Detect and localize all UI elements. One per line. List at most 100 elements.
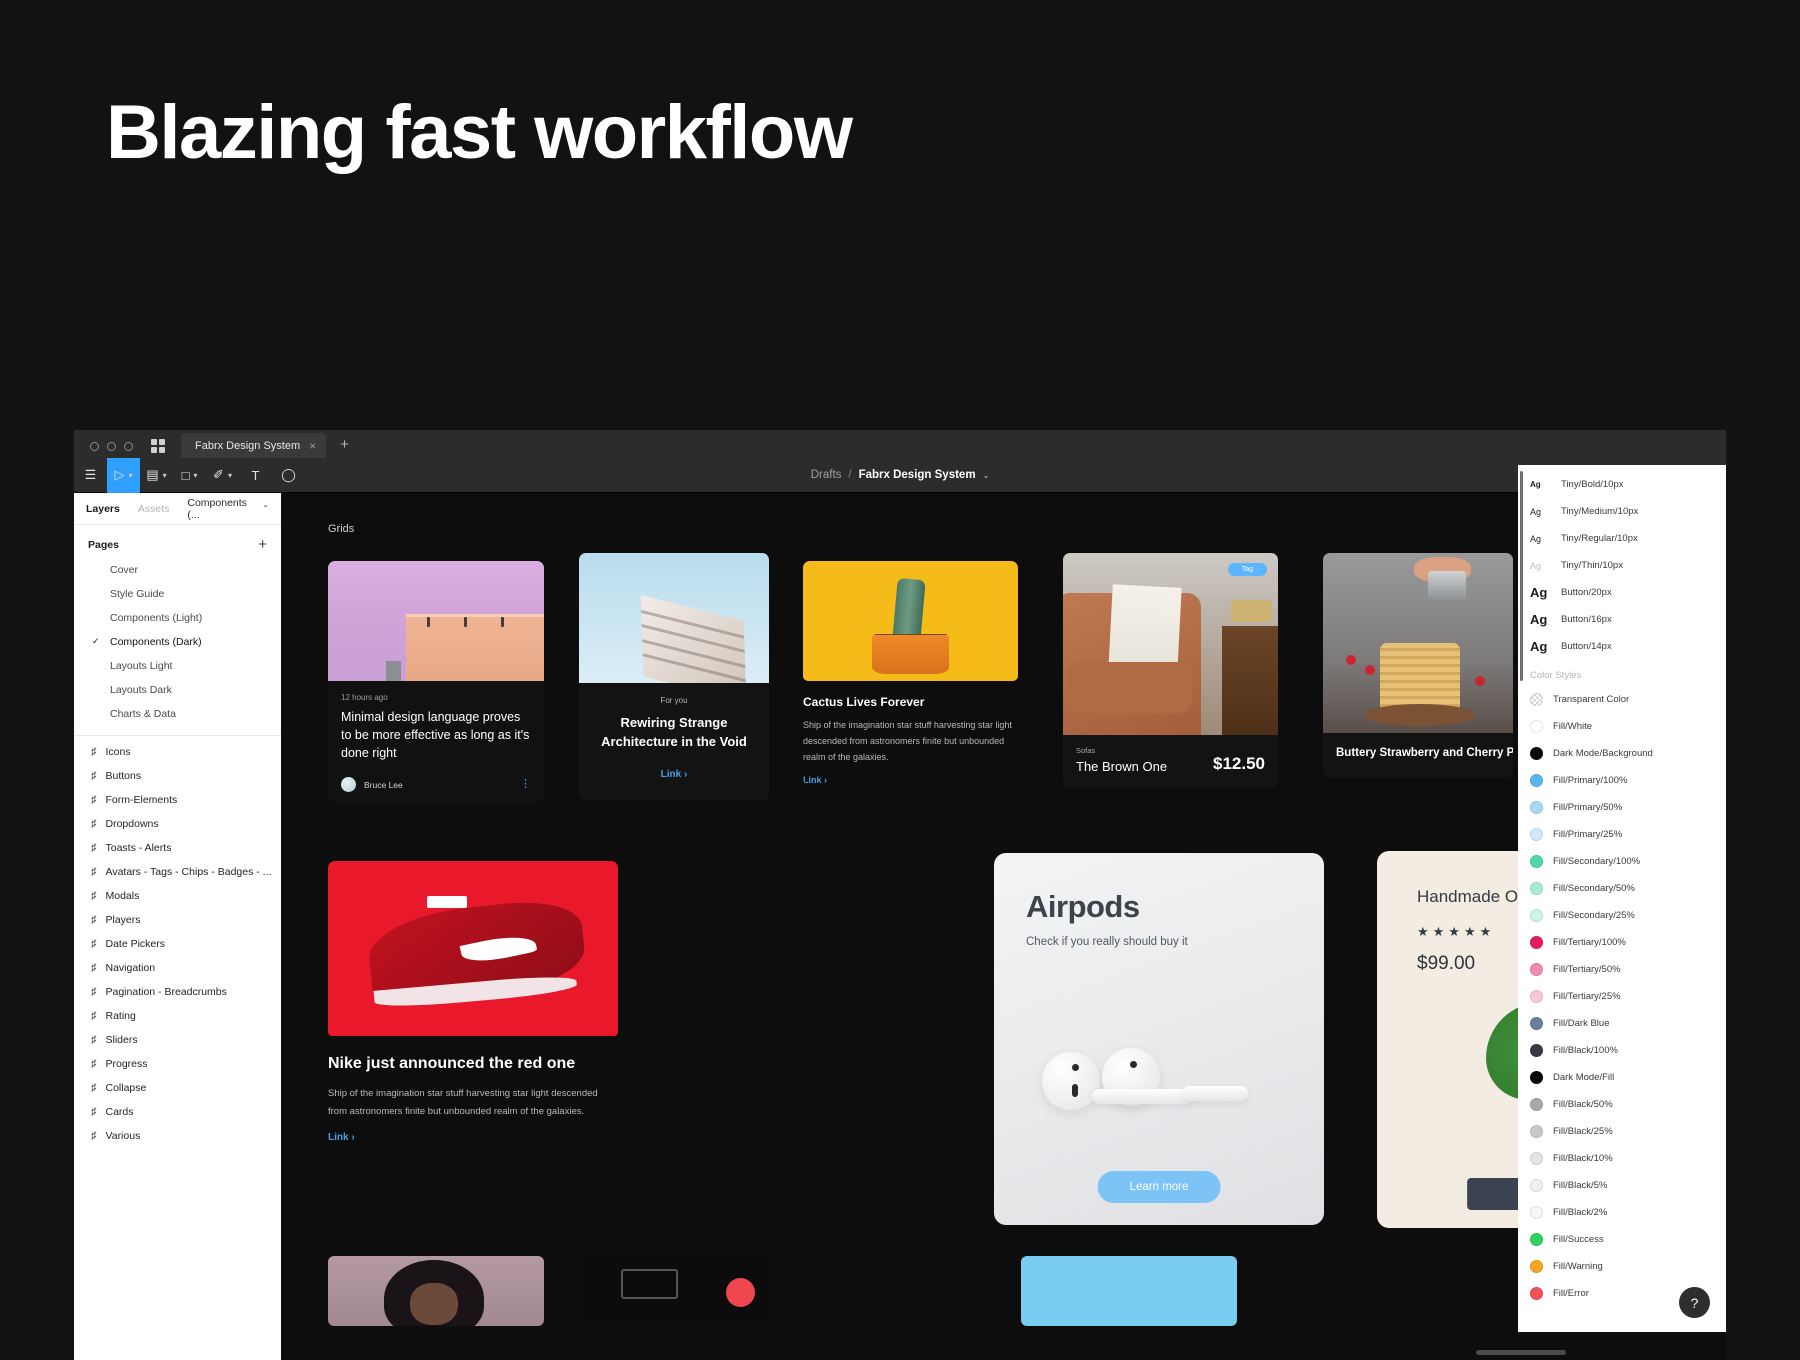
color-style-fill-secondary-25[interactable]: Fill/Secondary/25% [1518,902,1726,929]
more-options-icon[interactable]: ⋮ [520,781,531,788]
page-item-components-dark[interactable]: ✓ Components (Dark) [74,630,281,654]
layer-item-pagination-breadcrumbs[interactable]: ♯Pagination - Breadcrumbs [74,980,281,1004]
close-window-icon[interactable] [90,442,99,451]
frame-label-grids[interactable]: Grids [328,523,354,535]
layer-item-navigation[interactable]: ♯Navigation [74,956,281,980]
tab-assets[interactable]: Assets [138,503,170,515]
color-style-fill-black-5[interactable]: Fill/Black/5% [1518,1172,1726,1199]
color-style-fill-success[interactable]: Fill/Success [1518,1226,1726,1253]
layer-item-avatars-tags[interactable]: ♯Avatars - Tags - Chips - Badges - ... [74,860,281,884]
color-style-fill-tertiary-100[interactable]: Fill/Tertiary/100% [1518,929,1726,956]
horizontal-scrollbar[interactable] [1476,1350,1566,1355]
color-style-fill-primary-50[interactable]: Fill/Primary/50% [1518,794,1726,821]
color-style-fill-secondary-50[interactable]: Fill/Secondary/50% [1518,875,1726,902]
styles-panel-scrollbar[interactable] [1520,471,1523,681]
layer-item-buttons[interactable]: ♯Buttons [74,764,281,788]
page-item-style-guide[interactable]: Style Guide [74,582,281,606]
page-item-cover[interactable]: Cover [74,558,281,582]
color-style-fill-warning[interactable]: Fill/Warning [1518,1253,1726,1280]
color-style-fill-black-10[interactable]: Fill/Black/10% [1518,1145,1726,1172]
comment-tool[interactable]: ◯ [272,458,305,493]
layer-item-rating[interactable]: ♯Rating [74,1004,281,1028]
page-item-charts-data[interactable]: Charts & Data [74,702,281,726]
color-style-fill-dark-blue[interactable]: Fill/Dark Blue [1518,1010,1726,1037]
card-nike[interactable]: Nike just announced the red one Ship of … [328,861,618,1143]
new-tab-button[interactable]: + [326,436,361,458]
move-tool[interactable]: ▷▾ [107,458,140,493]
chevron-down-icon[interactable]: ⌄ [983,471,990,480]
design-canvas[interactable]: Grids 12 hours ago Minimal design langua… [281,493,1726,1360]
color-style-fill-tertiary-50[interactable]: Fill/Tertiary/50% [1518,956,1726,983]
add-page-button[interactable]: + [258,537,267,552]
card-pancake[interactable]: Buttery Strawberry and Cherry Pancake wi… [1323,553,1513,778]
layer-item-toasts-alerts[interactable]: ♯Toasts - Alerts [74,836,281,860]
color-style-fill-secondary-100[interactable]: Fill/Secondary/100% [1518,848,1726,875]
close-tab-icon[interactable]: × [309,439,316,453]
nike-link[interactable]: Link › [328,1132,618,1143]
tab-layers[interactable]: Layers [86,503,120,515]
layer-item-date-pickers[interactable]: ♯Date Pickers [74,932,281,956]
color-style-fill-black-25[interactable]: Fill/Black/25% [1518,1118,1726,1145]
main-menu-icon[interactable]: ☰ [74,458,107,493]
card-airpods[interactable]: Airpods Check if you really should buy i… [994,853,1324,1225]
breadcrumb-drafts[interactable]: Drafts [811,469,842,481]
grid-view-icon[interactable] [151,439,165,453]
layer-item-label: Various [106,1130,141,1142]
layer-item-progress[interactable]: ♯Progress [74,1052,281,1076]
card-blue-preview[interactable] [1021,1256,1237,1326]
cactus-link[interactable]: Link › [803,775,1018,785]
card-article[interactable]: 12 hours ago Minimal design language pro… [328,561,544,802]
layer-item-dropdowns[interactable]: ♯Dropdowns [74,812,281,836]
page-item-label: Layouts Dark [110,684,172,696]
record-button[interactable] [726,1278,755,1307]
layer-item-sliders[interactable]: ♯Sliders [74,1028,281,1052]
text-style-button-20[interactable]: AgButton/20px [1518,579,1726,606]
layer-item-label: Pagination - Breadcrumbs [106,986,227,998]
file-tab[interactable]: Fabrx Design System × [181,433,326,458]
layer-item-cards[interactable]: ♯Cards [74,1100,281,1124]
architecture-link[interactable]: Link › [593,769,755,780]
card-product-sofa[interactable]: Tag Sofas The Brown One $12.50 [1063,553,1278,788]
text-style-tiny-regular-10[interactable]: AgTiny/Regular/10px [1518,525,1726,552]
card-cactus[interactable]: Cactus Lives Forever Ship of the imagina… [803,561,1018,785]
color-style-label: Fill/Error [1553,1288,1589,1299]
layer-item-form-elements[interactable]: ♯Form-Elements [74,788,281,812]
text-tool[interactable]: T [239,458,272,493]
text-style-tiny-thin-10[interactable]: AgTiny/Thin/10px [1518,552,1726,579]
text-style-button-16[interactable]: AgButton/16px [1518,606,1726,633]
card-architecture[interactable]: For you Rewiring Strange Architecture in… [579,553,769,800]
text-style-tiny-bold-10[interactable]: AgTiny/Bold/10px [1518,471,1726,498]
page-item-layouts-light[interactable]: Layouts Light [74,654,281,678]
color-style-fill-primary-25[interactable]: Fill/Primary/25% [1518,821,1726,848]
color-style-fill-black-2[interactable]: Fill/Black/2% [1518,1199,1726,1226]
color-style-fill-black-100[interactable]: Fill/Black/100% [1518,1037,1726,1064]
shape-tool[interactable]: □▾ [173,458,206,493]
pen-tool[interactable]: ✐▾ [206,458,239,493]
color-style-dark-mode-background[interactable]: Dark Mode/Background [1518,740,1726,767]
layer-item-players[interactable]: ♯Players [74,908,281,932]
layer-item-icons[interactable]: ♯Icons [74,740,281,764]
layer-item-modals[interactable]: ♯Modals [74,884,281,908]
airpods-learn-more-button[interactable]: Learn more [1098,1171,1221,1203]
color-style-fill-white[interactable]: Fill/White [1518,713,1726,740]
breadcrumb-file-name[interactable]: Fabrx Design System [859,469,976,481]
layer-item-collapse[interactable]: ♯Collapse [74,1076,281,1100]
frame-tool[interactable]: ▤▾ [140,458,173,493]
text-style-tiny-medium-10[interactable]: AgTiny/Medium/10px [1518,498,1726,525]
color-style-label: Fill/Secondary/100% [1553,856,1640,867]
help-button[interactable]: ? [1679,1287,1710,1318]
card-camera-preview[interactable] [579,1256,769,1326]
color-style-fill-black-50[interactable]: Fill/Black/50% [1518,1091,1726,1118]
minimize-window-icon[interactable] [107,442,116,451]
page-item-components-light[interactable]: Components (Light) [74,606,281,630]
layer-item-various[interactable]: ♯Various [74,1124,281,1148]
color-style-dark-mode-fill[interactable]: Dark Mode/Fill [1518,1064,1726,1091]
text-style-button-14[interactable]: AgButton/14px [1518,633,1726,660]
maximize-window-icon[interactable] [124,442,133,451]
color-style-fill-tertiary-25[interactable]: Fill/Tertiary/25% [1518,983,1726,1010]
card-portrait-preview[interactable] [328,1256,544,1326]
color-style-fill-primary-100[interactable]: Fill/Primary/100% [1518,767,1726,794]
page-item-layouts-dark[interactable]: Layouts Dark [74,678,281,702]
components-dropdown[interactable]: Components (... ⌃ [187,497,269,521]
color-style-transparent-color[interactable]: Transparent Color [1518,686,1726,713]
